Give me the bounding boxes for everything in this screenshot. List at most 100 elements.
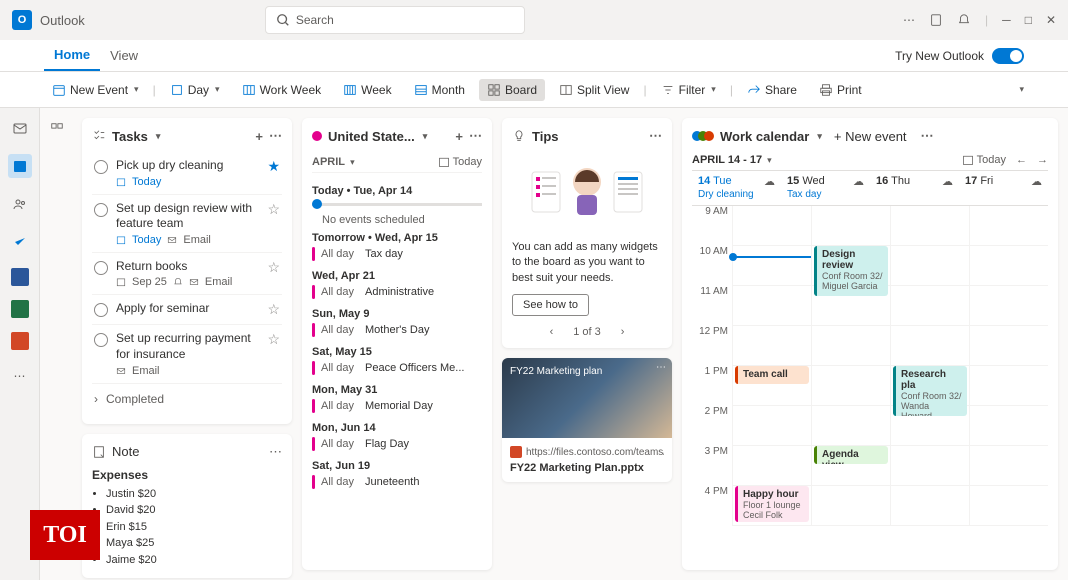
day-header[interactable]: 16 Thu ☁ bbox=[870, 171, 959, 205]
mail-app-icon[interactable] bbox=[8, 116, 32, 140]
task-checkbox[interactable] bbox=[94, 203, 108, 217]
share-button[interactable]: Share bbox=[739, 79, 805, 101]
event-agenda-view[interactable]: Agenda view bbox=[814, 446, 888, 464]
file-name: FY22 Marketing Plan.pptx bbox=[510, 462, 664, 474]
task-item[interactable]: Return booksSep 25Email☆ bbox=[92, 253, 282, 296]
tab-view[interactable]: View bbox=[100, 40, 148, 71]
print-button[interactable]: Print bbox=[811, 79, 870, 101]
maximize-button[interactable]: □ bbox=[1025, 13, 1032, 27]
word-app-icon[interactable] bbox=[11, 268, 29, 286]
task-checkbox[interactable] bbox=[94, 261, 108, 275]
tips-illustration bbox=[512, 152, 662, 232]
holiday-event[interactable]: All dayFlag Day bbox=[312, 434, 482, 454]
day-column-fri[interactable] bbox=[969, 206, 1048, 526]
notes-icon[interactable] bbox=[929, 13, 943, 27]
work-calendar-card: Work calendar▾ + New event ⋯ APRIL 14 - … bbox=[682, 118, 1058, 570]
see-how-to-button[interactable]: See how to bbox=[512, 294, 589, 316]
day-column-wed[interactable]: Design reviewConf Room 32/Miguel Garcia … bbox=[811, 206, 890, 526]
completed-row[interactable]: › Completed bbox=[92, 384, 282, 414]
toi-watermark: TOI bbox=[30, 510, 100, 560]
people-app-icon[interactable] bbox=[8, 192, 32, 216]
view-work-week-button[interactable]: Work Week bbox=[234, 79, 330, 101]
tasks-card: Tasks▾ + ⋯ Pick up dry cleaningToday★Set… bbox=[82, 118, 292, 424]
todo-app-icon[interactable] bbox=[8, 230, 32, 254]
file-more-icon[interactable]: ⋯ bbox=[656, 362, 666, 373]
pager-next-icon[interactable]: › bbox=[621, 326, 625, 338]
task-checkbox[interactable] bbox=[94, 303, 108, 317]
add-event-icon[interactable]: + bbox=[455, 129, 463, 144]
view-board-button[interactable]: Board bbox=[479, 79, 545, 101]
app-name: Outlook bbox=[40, 13, 85, 28]
note-card: Note ⋯ Expenses Justin $20David $20Erin … bbox=[82, 434, 292, 579]
search-icon bbox=[276, 13, 290, 27]
try-new-toggle[interactable] bbox=[992, 48, 1024, 64]
split-view-button[interactable]: Split View bbox=[551, 79, 637, 101]
ribbon-expand-icon[interactable]: ▾ bbox=[1019, 84, 1024, 95]
day-header[interactable]: 15 Wed ☁Tax day bbox=[781, 171, 870, 205]
event-team-call[interactable]: Team call bbox=[735, 366, 809, 384]
view-month-button[interactable]: Month bbox=[406, 79, 473, 101]
holiday-event[interactable]: All dayJuneteenth bbox=[312, 472, 482, 492]
holiday-event[interactable]: All dayTax day bbox=[312, 244, 482, 264]
day-header[interactable]: 14 Tue ☁Dry cleaning bbox=[692, 171, 781, 205]
tips-more-icon[interactable]: ⋯ bbox=[649, 128, 662, 144]
holiday-event[interactable]: All dayPeace Officers Me... bbox=[312, 358, 482, 378]
day-header[interactable]: 17 Fri ☁ bbox=[959, 171, 1048, 205]
star-icon[interactable]: ☆ bbox=[267, 259, 280, 276]
powerpoint-app-icon[interactable] bbox=[11, 332, 29, 350]
pager-prev-icon[interactable]: ‹ bbox=[550, 326, 554, 338]
task-checkbox[interactable] bbox=[94, 333, 108, 347]
task-item[interactable]: Set up design review with feature teamTo… bbox=[92, 195, 282, 253]
today-button-2[interactable]: Today bbox=[962, 154, 1006, 166]
note-more-icon[interactable]: ⋯ bbox=[269, 444, 282, 460]
task-checkbox[interactable] bbox=[94, 160, 108, 174]
file-thumbnail: FY22 Marketing plan ⋯ bbox=[502, 358, 672, 438]
new-event-link[interactable]: + New event bbox=[834, 129, 907, 144]
tasks-more-icon[interactable]: ⋯ bbox=[269, 128, 282, 144]
more-icon[interactable]: ⋯ bbox=[903, 13, 915, 27]
next-day-icon[interactable]: → bbox=[1037, 154, 1048, 166]
excel-app-icon[interactable] bbox=[11, 300, 29, 318]
filter-button[interactable]: Filter▾ bbox=[653, 79, 724, 101]
add-task-icon[interactable]: + bbox=[255, 129, 263, 144]
holiday-event[interactable]: All dayAdministrative bbox=[312, 282, 482, 302]
month-label[interactable]: APRIL bbox=[312, 156, 345, 168]
workcal-more-icon[interactable]: ⋯ bbox=[921, 128, 934, 144]
title-bar: O Outlook Search ⋯ | ─ □ ✕ bbox=[0, 0, 1068, 40]
holiday-more-icon[interactable]: ⋯ bbox=[469, 128, 482, 144]
event-research[interactable]: Research plaConf Room 32/Wanda Howard bbox=[893, 366, 967, 416]
view-day-button[interactable]: Day▾ bbox=[162, 79, 228, 101]
day-column-thu[interactable]: Research plaConf Room 32/Wanda Howard bbox=[890, 206, 969, 526]
date-range[interactable]: APRIL 14 - 17 bbox=[692, 154, 762, 166]
new-event-button[interactable]: New Event▾ bbox=[44, 79, 147, 101]
minimize-button[interactable]: ─ bbox=[1002, 13, 1011, 27]
today-button[interactable]: Today bbox=[438, 156, 482, 168]
file-card[interactable]: FY22 Marketing plan ⋯ https://files.cont… bbox=[502, 358, 672, 482]
star-icon[interactable]: ☆ bbox=[267, 331, 280, 348]
prev-day-icon[interactable]: ← bbox=[1016, 154, 1027, 166]
star-icon[interactable]: ☆ bbox=[267, 201, 280, 218]
star-icon[interactable]: ★ bbox=[267, 158, 280, 175]
task-item[interactable]: Apply for seminar☆ bbox=[92, 295, 282, 325]
holiday-event[interactable]: All dayMemorial Day bbox=[312, 396, 482, 416]
view-week-button[interactable]: Week bbox=[335, 79, 399, 101]
event-design-review[interactable]: Design reviewConf Room 32/Miguel Garcia bbox=[814, 246, 888, 296]
bell-icon[interactable] bbox=[957, 13, 971, 27]
now-indicator bbox=[733, 256, 811, 258]
close-button[interactable]: ✕ bbox=[1046, 13, 1056, 27]
more-apps-icon[interactable]: ⋯ bbox=[8, 364, 32, 388]
search-input[interactable]: Search bbox=[265, 6, 525, 34]
calendar-app-icon[interactable] bbox=[8, 154, 32, 178]
star-icon[interactable]: ☆ bbox=[267, 301, 280, 318]
task-item[interactable]: Set up recurring payment for insuranceEm… bbox=[92, 325, 282, 383]
note-icon bbox=[92, 445, 106, 459]
tab-home[interactable]: Home bbox=[44, 40, 100, 71]
holiday-event[interactable]: All dayMother's Day bbox=[312, 320, 482, 340]
tasks-title: Tasks bbox=[112, 129, 148, 144]
task-item[interactable]: Pick up dry cleaningToday★ bbox=[92, 152, 282, 195]
day-column-tue[interactable]: Team call Happy hourFloor 1 loungeCecil … bbox=[732, 206, 811, 526]
collapse-widget-icon[interactable] bbox=[50, 122, 64, 136]
holiday-cal-title: United State... bbox=[328, 129, 415, 144]
tips-title: Tips bbox=[532, 129, 559, 144]
event-happy-hour[interactable]: Happy hourFloor 1 loungeCecil Folk bbox=[735, 486, 809, 522]
